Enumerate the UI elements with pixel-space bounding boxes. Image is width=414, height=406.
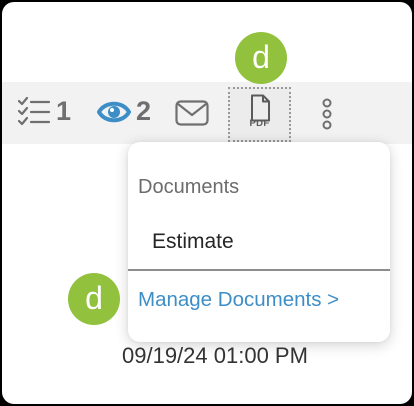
eye-icon [97,101,131,122]
manage-documents-link[interactable]: Manage Documents > [138,288,339,312]
documents-pdf-button[interactable]: PDF [228,87,291,142]
document-item-estimate[interactable]: Estimate [152,230,234,254]
timestamp: 09/19/24 01:00 PM [122,343,308,368]
email-button[interactable] [175,100,209,126]
checklist-button[interactable]: 1 [17,94,71,128]
vertical-ellipsis-icon [322,98,332,130]
screenshot-frame: 1 2 PDF d Documents Estimate Manage Docu… [2,2,412,404]
envelope-icon [175,100,209,126]
more-options-button[interactable] [320,98,334,130]
callout-marker-top: d [235,32,287,84]
watchers-count: 2 [136,96,152,126]
dropdown-divider [128,269,390,271]
watchers-button[interactable]: 2 [97,96,151,127]
callout-marker-menu: d [68,273,120,325]
checklist-count: 1 [56,95,72,126]
checklist-icon [17,96,51,126]
documents-dropdown: Documents Estimate Manage Documents > [128,142,390,342]
dropdown-header: Documents [138,176,240,198]
pdf-label: PDF [249,118,270,129]
